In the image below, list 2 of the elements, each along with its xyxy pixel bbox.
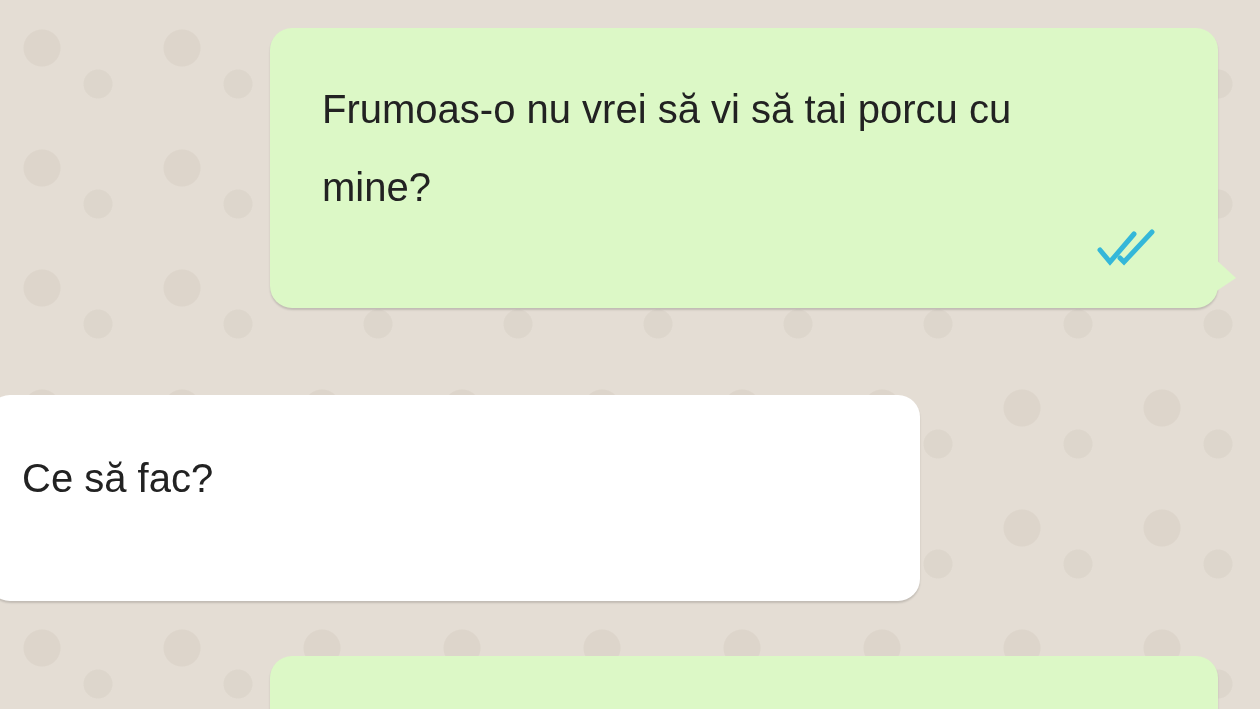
message-text: Ce să fac?	[22, 455, 215, 502]
message-text: Frumoas-o nu vrei să vi să tai porcu cu mine?	[322, 86, 1013, 211]
